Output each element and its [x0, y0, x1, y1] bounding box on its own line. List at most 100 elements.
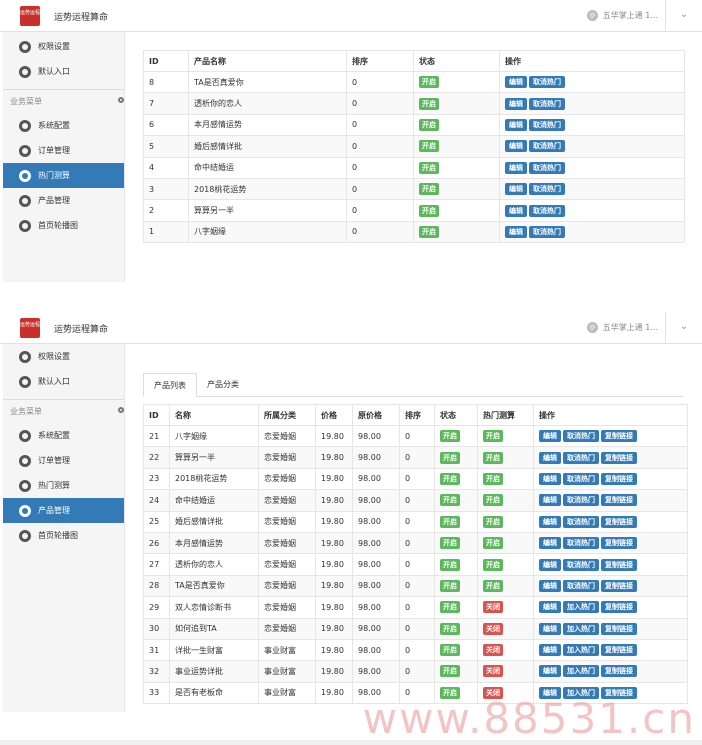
tab-product-category[interactable]: 产品分类	[197, 373, 249, 397]
edit-button[interactable]: 编辑	[505, 225, 527, 238]
copy-link-button[interactable]: 复制链接	[601, 472, 637, 485]
edit-button[interactable]: 编辑	[539, 472, 561, 485]
copy-link-button[interactable]: 复制链接	[601, 430, 637, 443]
edit-button[interactable]: 编辑	[505, 140, 527, 153]
toggle-hot-button[interactable]: 取消热门	[563, 537, 599, 550]
user-menu[interactable]: @ 五华掌上通 1...	[586, 322, 658, 333]
hot-badge[interactable]: 开启	[483, 537, 503, 550]
toggle-hot-button[interactable]: 加入热门	[563, 601, 599, 614]
cancel-hot-button[interactable]: 取消热门	[529, 118, 565, 131]
edit-button[interactable]: 编辑	[505, 118, 527, 131]
edit-button[interactable]: 编辑	[539, 430, 561, 443]
hot-badge[interactable]: 关闭	[483, 644, 503, 657]
toggle-hot-button[interactable]: 加入热门	[563, 665, 599, 678]
cancel-hot-button[interactable]: 取消热门	[529, 204, 565, 217]
toggle-hot-button[interactable]: 取消热门	[563, 515, 599, 528]
edit-button[interactable]: 编辑	[539, 451, 561, 464]
hot-badge[interactable]: 开启	[483, 472, 503, 485]
sidebar-item-default-entry[interactable]: 默认入口	[3, 59, 124, 84]
status-badge[interactable]: 开启	[419, 76, 439, 89]
sidebar-item-products[interactable]: 产品管理	[3, 498, 124, 523]
copy-link-button[interactable]: 复制链接	[601, 601, 637, 614]
app-logo[interactable]: 运势运程	[20, 6, 40, 26]
edit-button[interactable]: 编辑	[539, 537, 561, 550]
toggle-hot-button[interactable]: 取消热门	[563, 558, 599, 571]
app-logo[interactable]: 运势运程	[20, 318, 40, 338]
cancel-hot-button[interactable]: 取消热门	[529, 140, 565, 153]
status-badge[interactable]: 开启	[440, 601, 460, 614]
cancel-hot-button[interactable]: 取消热门	[529, 183, 565, 196]
cancel-hot-button[interactable]: 取消热门	[529, 76, 565, 89]
status-badge[interactable]: 开启	[419, 118, 439, 131]
sidebar-item-products[interactable]: 产品管理	[3, 188, 124, 213]
toggle-hot-button[interactable]: 取消热门	[563, 472, 599, 485]
status-badge[interactable]: 开启	[440, 644, 460, 657]
status-badge[interactable]: 开启	[440, 665, 460, 678]
edit-button[interactable]: 编辑	[539, 644, 561, 657]
sidebar-item-carousel[interactable]: 首页轮播图	[3, 213, 124, 238]
edit-button[interactable]: 编辑	[505, 161, 527, 174]
edit-button[interactable]: 编辑	[539, 601, 561, 614]
sidebar-item-permissions[interactable]: 权限设置	[3, 34, 124, 59]
edit-button[interactable]: 编辑	[539, 515, 561, 528]
status-badge[interactable]: 开启	[419, 183, 439, 196]
sidebar-item-default-entry[interactable]: 默认入口	[3, 369, 124, 394]
hot-badge[interactable]: 关闭	[483, 601, 503, 614]
copy-link-button[interactable]: 复制链接	[601, 644, 637, 657]
status-badge[interactable]: 开启	[419, 204, 439, 217]
user-menu[interactable]: @ 五华掌上通 1...	[586, 10, 658, 21]
sidebar-item-system-config[interactable]: 系统配置	[3, 423, 124, 448]
hot-badge[interactable]: 关闭	[483, 622, 503, 635]
status-badge[interactable]: 开启	[440, 451, 460, 464]
edit-button[interactable]: 编辑	[539, 622, 561, 635]
copy-link-button[interactable]: 复制链接	[601, 665, 637, 678]
settings-icon[interactable]	[118, 407, 124, 413]
chevron-down-icon[interactable]: ⌄	[678, 321, 690, 333]
hot-badge[interactable]: 开启	[483, 558, 503, 571]
edit-button[interactable]: 编辑	[539, 494, 561, 507]
status-badge[interactable]: 开启	[440, 472, 460, 485]
toggle-hot-button[interactable]: 取消热门	[563, 579, 599, 592]
copy-link-button[interactable]: 复制链接	[601, 515, 637, 528]
copy-link-button[interactable]: 复制链接	[601, 537, 637, 550]
edit-button[interactable]: 编辑	[539, 665, 561, 678]
toggle-hot-button[interactable]: 加入热门	[563, 622, 599, 635]
hot-badge[interactable]: 关闭	[483, 665, 503, 678]
edit-button[interactable]: 编辑	[505, 97, 527, 110]
status-badge[interactable]: 开启	[440, 537, 460, 550]
status-badge[interactable]: 开启	[419, 140, 439, 153]
copy-link-button[interactable]: 复制链接	[601, 622, 637, 635]
edit-button[interactable]: 编辑	[539, 558, 561, 571]
copy-link-button[interactable]: 复制链接	[601, 494, 637, 507]
settings-icon[interactable]	[118, 97, 124, 103]
edit-button[interactable]: 编辑	[505, 183, 527, 196]
toggle-hot-button[interactable]: 取消热门	[563, 494, 599, 507]
hot-badge[interactable]: 开启	[483, 494, 503, 507]
toggle-hot-button[interactable]: 取消热门	[563, 451, 599, 464]
edit-button[interactable]: 编辑	[505, 204, 527, 217]
hot-badge[interactable]: 开启	[483, 430, 503, 443]
copy-link-button[interactable]: 复制链接	[601, 451, 637, 464]
cancel-hot-button[interactable]: 取消热门	[529, 225, 565, 238]
sidebar-item-orders[interactable]: 订单管理	[3, 138, 124, 163]
status-badge[interactable]: 开启	[440, 558, 460, 571]
status-badge[interactable]: 开启	[440, 622, 460, 635]
sidebar-item-hot[interactable]: 热门测算	[3, 163, 124, 188]
status-badge[interactable]: 开启	[419, 161, 439, 174]
sidebar-item-permissions[interactable]: 权限设置	[3, 344, 124, 369]
toggle-hot-button[interactable]: 加入热门	[563, 644, 599, 657]
sidebar-item-hot[interactable]: 热门测算	[3, 473, 124, 498]
status-badge[interactable]: 开启	[440, 515, 460, 528]
toggle-hot-button[interactable]: 取消热门	[563, 430, 599, 443]
copy-link-button[interactable]: 复制链接	[601, 558, 637, 571]
cancel-hot-button[interactable]: 取消热门	[529, 97, 565, 110]
copy-link-button[interactable]: 复制链接	[601, 579, 637, 592]
tab-product-list[interactable]: 产品列表	[143, 373, 197, 397]
hot-badge[interactable]: 开启	[483, 451, 503, 464]
status-badge[interactable]: 开启	[419, 225, 439, 238]
status-badge[interactable]: 开启	[440, 430, 460, 443]
status-badge[interactable]: 开启	[440, 579, 460, 592]
chevron-down-icon[interactable]: ⌄	[678, 9, 690, 21]
sidebar-item-system-config[interactable]: 系统配置	[3, 113, 124, 138]
hot-badge[interactable]: 开启	[483, 515, 503, 528]
